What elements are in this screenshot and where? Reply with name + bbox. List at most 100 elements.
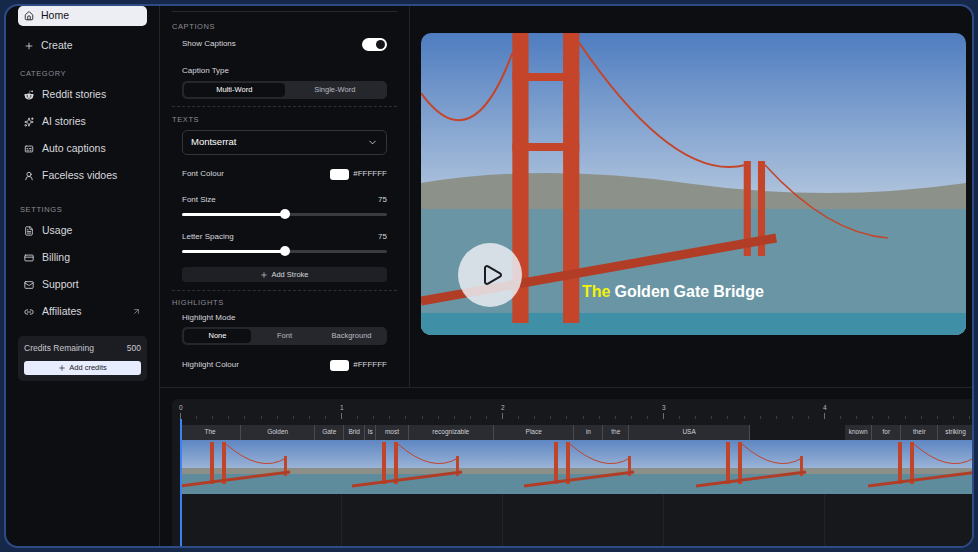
ruler-label: 4 <box>823 405 827 412</box>
caption-chip[interactable]: most <box>376 425 408 440</box>
caption-chip[interactable]: their <box>901 425 938 440</box>
nav-icon <box>24 253 34 263</box>
sidebar-section: SETTINGSUsageBillingSupportAffiliates <box>18 205 147 325</box>
caption-chip[interactable]: for <box>872 425 901 440</box>
section-header: HIGHLIGHTS <box>172 298 397 308</box>
colour-label: Highlight Colour <box>182 359 239 371</box>
add-credits-button[interactable]: Add credits <box>24 361 141 375</box>
sidebar-item[interactable]: Create <box>18 33 147 59</box>
timeline-ruler: 01234 <box>180 399 972 421</box>
colour-value: #FFFFFF <box>353 168 387 180</box>
caption-chip[interactable]: striking <box>938 425 972 440</box>
caption-word: Golden <box>614 282 669 302</box>
ruler-label: 3 <box>662 405 666 412</box>
section-header: TEXTS <box>172 115 397 125</box>
segment-option[interactable]: Background <box>318 329 385 343</box>
caption-word: Gate <box>674 282 710 302</box>
playhead[interactable] <box>180 419 182 546</box>
add-stroke-button[interactable]: Add Stroke <box>182 267 387 282</box>
sidebar-item[interactable]: AI stories <box>18 108 147 135</box>
plus-icon <box>58 364 66 372</box>
chevron-down-icon <box>367 137 378 148</box>
caption-overlay: TheGoldenGateBridge <box>582 282 764 302</box>
caption-chip[interactable]: USA <box>629 425 750 440</box>
caption-chip[interactable]: in <box>574 425 603 440</box>
sidebar: Home Create CATEGORYReddit storiesAI stori… <box>6 6 160 546</box>
colour-row: Font Colour#FFFFFF <box>182 166 387 182</box>
segment-option[interactable]: None <box>184 329 251 343</box>
timeline-tracks: TheGoldenGateBridIsmostrecognizablePlace… <box>180 425 972 546</box>
sidebar-item[interactable]: Usage <box>18 217 147 244</box>
segmented-control: Multi-WordSingle-Word <box>182 81 387 99</box>
slider-fill <box>182 250 285 253</box>
toggle-knob <box>376 40 385 49</box>
caption-chip[interactable]: the <box>603 425 629 440</box>
caption-chip[interactable]: Golden <box>241 425 315 440</box>
preview-panel: TheGoldenGateBridge <box>410 6 972 387</box>
empty-track <box>180 494 972 546</box>
colour-picker[interactable]: #FFFFFF <box>330 168 387 180</box>
slider-label: Letter Spacing <box>182 231 234 243</box>
sidebar-section: CATEGORYReddit storiesAI storiesAuto cap… <box>18 69 147 189</box>
home-icon <box>24 11 34 21</box>
slider[interactable] <box>182 209 387 219</box>
colour-row: Highlight Colour #FFFFFF <box>182 357 387 373</box>
caption-chip[interactable]: Brid <box>344 425 365 440</box>
slider-reading: 75 <box>378 194 387 206</box>
colour-swatch[interactable] <box>330 169 349 180</box>
slider-reading: 75 <box>378 231 387 243</box>
nav-icon <box>24 117 34 127</box>
caption-chip[interactable]: Is <box>365 425 376 440</box>
ruler-label: 1 <box>340 405 344 412</box>
sidebar-item[interactable]: Home <box>18 6 147 26</box>
play-button[interactable] <box>458 243 522 307</box>
video-frame-thumbnail <box>524 440 696 494</box>
sidebar-item[interactable]: Faceless vidoes <box>18 162 147 189</box>
font-dropdown[interactable]: Montserrat <box>182 130 387 155</box>
slider[interactable] <box>182 246 387 256</box>
segment-option[interactable]: Font <box>251 329 318 343</box>
sidebar-item[interactable]: Auto captions <box>18 135 147 162</box>
credits-label: Credits Remaining <box>24 342 94 355</box>
slider-fill <box>182 213 285 216</box>
plus-icon <box>260 271 268 279</box>
caption-type-label: Caption Type <box>182 65 387 77</box>
sidebar-item[interactable]: Billing <box>18 244 147 271</box>
caption-chip[interactable]: Place <box>494 425 575 440</box>
colour-picker[interactable]: #FFFFFF <box>330 359 387 371</box>
timeline: 01234TheGoldenGateBridIsmostrecognizable… <box>172 399 972 546</box>
sidebar-item[interactable]: Reddit stories <box>18 81 147 108</box>
caption-chip[interactable]: recognizable <box>409 425 494 440</box>
segment-option[interactable]: Single-Word <box>285 83 386 97</box>
slider-thumb[interactable] <box>280 246 290 256</box>
credits-box: Credits Remaining500Add credits <box>18 336 147 381</box>
segmented-control: NoneFontBackground <box>182 327 387 345</box>
nav-icon <box>24 90 34 100</box>
ruler-label: 0 <box>179 405 183 412</box>
colour-swatch[interactable] <box>330 360 349 371</box>
nav-icon <box>24 226 34 236</box>
sidebar-item[interactable]: Support <box>18 271 147 298</box>
external-arrow-icon <box>132 307 141 316</box>
segment-option[interactable]: Multi-Word <box>184 83 285 97</box>
caption-chip[interactable]: The <box>180 425 241 440</box>
video-track <box>180 440 972 494</box>
nav-icon <box>24 307 34 317</box>
plus-icon <box>24 41 34 51</box>
colour-value: #FFFFFF <box>353 359 387 371</box>
main-area: CAPTIONSShow CaptionsCaption TypeMulti-W… <box>160 6 972 546</box>
app-frame: Home Create CATEGORYReddit storiesAI stori… <box>4 4 974 548</box>
video-frame-thumbnail <box>180 440 352 494</box>
caption-chip[interactable]: known <box>845 425 872 440</box>
nav-icon <box>24 280 34 290</box>
show-captions-toggle[interactable] <box>362 38 387 51</box>
slider-thumb[interactable] <box>280 209 290 219</box>
slider-row: Font Size75 <box>182 194 387 219</box>
caption-word: Bridge <box>713 282 764 302</box>
caption-word-highlighted: The <box>582 282 610 302</box>
sidebar-item[interactable]: Affiliates <box>18 298 147 325</box>
nav-icon <box>24 144 34 154</box>
video-preview[interactable]: TheGoldenGateBridge <box>421 33 966 335</box>
caption-chip[interactable]: Gate <box>315 425 344 440</box>
slider-row: Letter Spacing 75 <box>182 231 387 256</box>
